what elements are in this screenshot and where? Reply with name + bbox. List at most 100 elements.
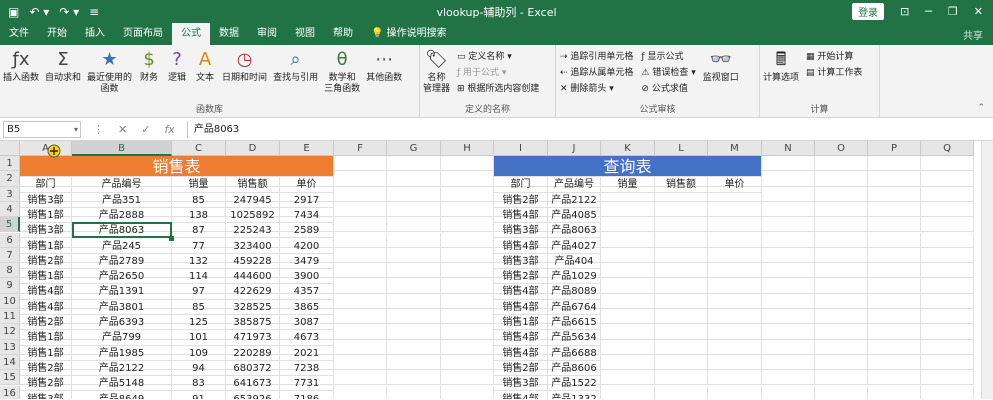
- grid-cell[interactable]: [708, 324, 762, 340]
- sales-data-cell[interactable]: 产品8063: [72, 223, 172, 239]
- query-data-cell[interactable]: 销售3部: [494, 253, 548, 270]
- grid-cell[interactable]: [601, 324, 655, 340]
- sales-data-cell[interactable]: 销售3部: [20, 391, 72, 399]
- grid-cell[interactable]: [441, 370, 494, 386]
- query-data-cell[interactable]: 销售4部: [494, 391, 548, 399]
- grid-cell[interactable]: [441, 156, 494, 172]
- grid-cell[interactable]: [441, 186, 494, 202]
- grid-cell[interactable]: [655, 385, 708, 399]
- grid-cell[interactable]: [441, 263, 494, 279]
- grid-cell[interactable]: [655, 263, 708, 279]
- save-icon[interactable]: ▣: [8, 5, 19, 19]
- sales-data-cell[interactable]: 422629: [226, 284, 280, 300]
- tab-review[interactable]: 审阅: [248, 23, 286, 45]
- column-header[interactable]: N: [762, 141, 815, 156]
- sales-data-cell[interactable]: 销售1部: [20, 330, 72, 346]
- grid-cell[interactable]: [441, 201, 494, 218]
- restore-icon[interactable]: ❐: [948, 5, 958, 18]
- sales-data-cell[interactable]: 销售2部: [20, 360, 72, 377]
- sales-header-cell[interactable]: 部门: [20, 177, 72, 193]
- grid-cell[interactable]: [762, 385, 815, 399]
- query-header-cell[interactable]: 产品编号: [548, 177, 601, 193]
- grid-cell[interactable]: [601, 201, 655, 218]
- query-data-cell[interactable]: 销售4部: [494, 345, 548, 361]
- grid-cell[interactable]: [387, 309, 441, 325]
- grid-cell[interactable]: [708, 293, 762, 309]
- grid-cell[interactable]: [708, 339, 762, 355]
- grid-cell[interactable]: [387, 370, 441, 386]
- sales-data-cell[interactable]: 7434: [280, 207, 334, 224]
- query-data-cell[interactable]: 销售4部: [494, 330, 548, 346]
- row-header[interactable]: 3: [0, 186, 20, 202]
- grid-cell[interactable]: [655, 232, 708, 248]
- grid-cell[interactable]: [708, 309, 762, 325]
- sales-data-cell[interactable]: 产品2650: [72, 269, 172, 285]
- grid-cell[interactable]: [655, 354, 708, 371]
- tab-file[interactable]: 文件: [0, 23, 38, 45]
- row-header[interactable]: 6: [0, 232, 20, 248]
- query-data-cell[interactable]: 产品4085: [548, 207, 601, 224]
- grid-cell[interactable]: [387, 201, 441, 218]
- sales-data-cell[interactable]: 4200: [280, 238, 334, 254]
- sales-data-cell[interactable]: 产品799: [72, 330, 172, 346]
- grid-cell[interactable]: [334, 247, 387, 264]
- grid-cell[interactable]: [441, 309, 494, 325]
- grid-cell[interactable]: [762, 156, 815, 172]
- grid-cell[interactable]: [441, 293, 494, 309]
- grid-cell[interactable]: [921, 370, 974, 386]
- sales-data-cell[interactable]: 101: [172, 330, 226, 346]
- grid-cell[interactable]: [762, 309, 815, 325]
- sales-data-cell[interactable]: 3479: [280, 253, 334, 270]
- query-data-cell[interactable]: 销售2部: [494, 192, 548, 208]
- recently-used-button[interactable]: ★ 最近使用的 函数: [84, 47, 135, 104]
- grid-cell[interactable]: [762, 186, 815, 202]
- grid-cell[interactable]: [387, 232, 441, 248]
- grid-cell[interactable]: [655, 293, 708, 309]
- column-header[interactable]: O: [815, 141, 868, 156]
- sales-data-cell[interactable]: 83: [172, 376, 226, 392]
- calculation-options-button[interactable]: 🖩 计算选项: [760, 47, 802, 104]
- column-header[interactable]: L: [655, 141, 708, 156]
- column-header[interactable]: P: [868, 141, 921, 156]
- sales-data-cell[interactable]: 3087: [280, 315, 334, 331]
- math-trig-button[interactable]: θ 数学和 三角函数: [321, 47, 363, 104]
- sales-data-cell[interactable]: 产品1985: [72, 345, 172, 361]
- sales-data-cell[interactable]: 产品6393: [72, 315, 172, 331]
- grid-cell[interactable]: [387, 247, 441, 264]
- grid-cell[interactable]: [762, 354, 815, 371]
- grid-cell[interactable]: [868, 370, 921, 386]
- sales-data-cell[interactable]: 87: [172, 223, 226, 239]
- column-header[interactable]: K: [601, 141, 655, 156]
- grid-cell[interactable]: [762, 217, 815, 233]
- grid-cell[interactable]: [601, 339, 655, 355]
- trace-precedents-button[interactable]: ⇢ 追踪引用单元格: [560, 49, 633, 62]
- grid-cell[interactable]: [441, 247, 494, 264]
- sales-data-cell[interactable]: 产品245: [72, 238, 172, 254]
- query-data-cell[interactable]: 产品5634: [548, 330, 601, 346]
- watch-window-button[interactable]: 👓 监视窗口: [700, 47, 742, 104]
- grid-cell[interactable]: [815, 201, 868, 218]
- grid-cell[interactable]: [601, 263, 655, 279]
- query-header-cell[interactable]: 销量: [601, 177, 655, 193]
- sales-data-cell[interactable]: 销售1部: [20, 207, 72, 224]
- name-manager-button[interactable]: 🏷 名称 管理器: [420, 47, 453, 104]
- grid-cell[interactable]: [387, 293, 441, 309]
- sales-data-cell[interactable]: 132: [172, 253, 226, 270]
- grid-cell[interactable]: [334, 263, 387, 279]
- grid-cell[interactable]: [815, 354, 868, 371]
- grid-cell[interactable]: [708, 278, 762, 294]
- row-header[interactable]: 10: [0, 293, 20, 309]
- grid-cell[interactable]: [441, 354, 494, 371]
- minimize-icon[interactable]: ─: [925, 5, 932, 18]
- sales-data-cell[interactable]: 138: [172, 207, 226, 224]
- grid-cell[interactable]: [387, 324, 441, 340]
- query-data-cell[interactable]: 产品8089: [548, 284, 601, 300]
- query-data-cell[interactable]: 产品2122: [548, 192, 601, 208]
- grid-cell[interactable]: [815, 232, 868, 248]
- column-header[interactable]: B: [72, 141, 172, 156]
- query-data-cell[interactable]: 产品1332: [548, 391, 601, 399]
- query-table-title[interactable]: 查询表: [494, 156, 762, 178]
- grid-cell[interactable]: [921, 156, 974, 172]
- grid-cell[interactable]: [334, 186, 387, 202]
- grid-cell[interactable]: [708, 247, 762, 264]
